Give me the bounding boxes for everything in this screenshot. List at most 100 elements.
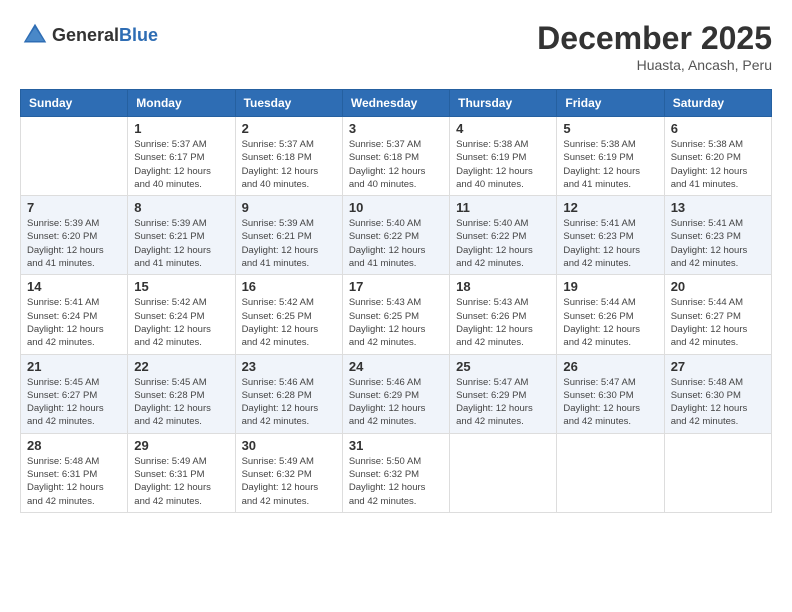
location-subtitle: Huasta, Ancash, Peru (537, 57, 772, 73)
day-number: 11 (456, 200, 550, 215)
day-number: 24 (349, 359, 443, 374)
weekday-header-tuesday: Tuesday (235, 90, 342, 117)
day-number: 30 (242, 438, 336, 453)
month-title: December 2025 (537, 20, 772, 57)
weekday-header-monday: Monday (128, 90, 235, 117)
day-number: 31 (349, 438, 443, 453)
calendar-cell (557, 433, 664, 512)
calendar-cell: 26Sunrise: 5:47 AM Sunset: 6:30 PM Dayli… (557, 354, 664, 433)
calendar-cell: 10 Sunrise: 5:40 AM Sunset: 6:22 PM Dayli… (342, 196, 449, 275)
calendar-cell: 18Sunrise: 5:43 AM Sunset: 6:26 PM Dayli… (450, 275, 557, 354)
calendar-cell: 31 Sunrise: 5:50 AM Sunset: 6:32 PM Dayli… (342, 433, 449, 512)
calendar-cell: 8 Sunrise: 5:39 AM Sunset: 6:21 PM Daylig… (128, 196, 235, 275)
calendar-cell: 19 Sunrise: 5:44 AM Sunset: 6:26 PM Dayli… (557, 275, 664, 354)
logo: GeneralBlue (20, 20, 158, 50)
day-info: Sunrise: 5:38 AM Sunset: 6:19 PM Dayligh… (456, 138, 550, 191)
day-info: Sunrise: 5:42 AM Sunset: 6:25 PM Dayligh… (242, 296, 336, 349)
day-info: Sunrise: 5:50 AM Sunset: 6:32 PM Dayligh… (349, 455, 443, 508)
title-area: December 2025 Huasta, Ancash, Peru (537, 20, 772, 73)
day-info: Sunrise: 5:41 AM Sunset: 6:23 PM Dayligh… (671, 217, 765, 270)
calendar-cell: 13 Sunrise: 5:41 AM Sunset: 6:23 PM Dayli… (664, 196, 771, 275)
day-number: 28 (27, 438, 121, 453)
day-info: Sunrise: 5:40 AM Sunset: 6:22 PM Dayligh… (456, 217, 550, 270)
day-info: Sunrise: 5:47 AM Sunset: 6:29 PM Dayligh… (456, 376, 550, 429)
day-info: Sunrise: 5:37 AM Sunset: 6:18 PM Dayligh… (242, 138, 336, 191)
day-number: 21 (27, 359, 121, 374)
day-number: 1 (134, 121, 228, 136)
day-info: Sunrise: 5:44 AM Sunset: 6:26 PM Dayligh… (563, 296, 657, 349)
day-number: 15 (134, 279, 228, 294)
day-info: Sunrise: 5:48 AM Sunset: 6:31 PM Dayligh… (27, 455, 121, 508)
day-info: Sunrise: 5:45 AM Sunset: 6:27 PM Dayligh… (27, 376, 121, 429)
day-number: 2 (242, 121, 336, 136)
calendar-cell: 6Sunrise: 5:38 AM Sunset: 6:20 PM Daylig… (664, 117, 771, 196)
day-number: 16 (242, 279, 336, 294)
day-number: 8 (134, 200, 228, 215)
day-info: Sunrise: 5:47 AM Sunset: 6:30 PM Dayligh… (563, 376, 657, 429)
day-number: 4 (456, 121, 550, 136)
calendar-cell: 23Sunrise: 5:46 AM Sunset: 6:28 PM Dayli… (235, 354, 342, 433)
weekday-header-thursday: Thursday (450, 90, 557, 117)
logo-blue-text: Blue (119, 25, 158, 45)
calendar-cell (21, 117, 128, 196)
day-number: 12 (563, 200, 657, 215)
logo-general-text: General (52, 25, 119, 45)
calendar-cell: 3Sunrise: 5:37 AM Sunset: 6:18 PM Daylig… (342, 117, 449, 196)
weekday-header-wednesday: Wednesday (342, 90, 449, 117)
day-number: 5 (563, 121, 657, 136)
day-info: Sunrise: 5:37 AM Sunset: 6:18 PM Dayligh… (349, 138, 443, 191)
day-info: Sunrise: 5:40 AM Sunset: 6:22 PM Dayligh… (349, 217, 443, 270)
calendar-cell: 15 Sunrise: 5:42 AM Sunset: 6:24 PM Dayli… (128, 275, 235, 354)
day-info: Sunrise: 5:39 AM Sunset: 6:21 PM Dayligh… (134, 217, 228, 270)
calendar-cell: 11 Sunrise: 5:40 AM Sunset: 6:22 PM Dayli… (450, 196, 557, 275)
day-info: Sunrise: 5:39 AM Sunset: 6:21 PM Dayligh… (242, 217, 336, 270)
calendar-cell: 1 Sunrise: 5:37 AM Sunset: 6:17 PM Daylig… (128, 117, 235, 196)
calendar-cell: 22 Sunrise: 5:45 AM Sunset: 6:28 PM Dayli… (128, 354, 235, 433)
day-number: 17 (349, 279, 443, 294)
day-number: 19 (563, 279, 657, 294)
day-number: 25 (456, 359, 550, 374)
calendar-cell: 27 Sunrise: 5:48 AM Sunset: 6:30 PM Dayli… (664, 354, 771, 433)
logo-icon (20, 20, 50, 50)
calendar-cell: 30 Sunrise: 5:49 AM Sunset: 6:32 PM Dayli… (235, 433, 342, 512)
calendar-cell: 29Sunrise: 5:49 AM Sunset: 6:31 PM Dayli… (128, 433, 235, 512)
weekday-header-friday: Friday (557, 90, 664, 117)
day-info: Sunrise: 5:45 AM Sunset: 6:28 PM Dayligh… (134, 376, 228, 429)
page-header: GeneralBlue December 2025 Huasta, Ancash… (20, 20, 772, 73)
day-number: 23 (242, 359, 336, 374)
day-info: Sunrise: 5:42 AM Sunset: 6:24 PM Dayligh… (134, 296, 228, 349)
calendar-table: SundayMondayTuesdayWednesdayThursdayFrid… (20, 89, 772, 513)
calendar-cell: 4 Sunrise: 5:38 AM Sunset: 6:19 PM Daylig… (450, 117, 557, 196)
day-number: 27 (671, 359, 765, 374)
day-info: Sunrise: 5:43 AM Sunset: 6:26 PM Dayligh… (456, 296, 550, 349)
day-info: Sunrise: 5:48 AM Sunset: 6:30 PM Dayligh… (671, 376, 765, 429)
calendar-cell: 7 Sunrise: 5:39 AM Sunset: 6:20 PM Daylig… (21, 196, 128, 275)
day-info: Sunrise: 5:37 AM Sunset: 6:17 PM Dayligh… (134, 138, 228, 191)
calendar-cell: 20 Sunrise: 5:44 AM Sunset: 6:27 PM Dayli… (664, 275, 771, 354)
day-number: 14 (27, 279, 121, 294)
calendar-cell: 5Sunrise: 5:38 AM Sunset: 6:19 PM Daylig… (557, 117, 664, 196)
day-info: Sunrise: 5:46 AM Sunset: 6:29 PM Dayligh… (349, 376, 443, 429)
day-number: 13 (671, 200, 765, 215)
calendar-cell (450, 433, 557, 512)
calendar-cell (664, 433, 771, 512)
day-number: 7 (27, 200, 121, 215)
day-info: Sunrise: 5:43 AM Sunset: 6:25 PM Dayligh… (349, 296, 443, 349)
day-info: Sunrise: 5:44 AM Sunset: 6:27 PM Dayligh… (671, 296, 765, 349)
day-number: 10 (349, 200, 443, 215)
calendar-cell: 9 Sunrise: 5:39 AM Sunset: 6:21 PM Daylig… (235, 196, 342, 275)
day-number: 22 (134, 359, 228, 374)
day-info: Sunrise: 5:38 AM Sunset: 6:20 PM Dayligh… (671, 138, 765, 191)
day-number: 20 (671, 279, 765, 294)
weekday-header-sunday: Sunday (21, 90, 128, 117)
calendar-cell: 2 Sunrise: 5:37 AM Sunset: 6:18 PM Daylig… (235, 117, 342, 196)
calendar-cell: 16 Sunrise: 5:42 AM Sunset: 6:25 PM Dayli… (235, 275, 342, 354)
day-number: 9 (242, 200, 336, 215)
calendar-cell: 14Sunrise: 5:41 AM Sunset: 6:24 PM Dayli… (21, 275, 128, 354)
calendar-cell: 17 Sunrise: 5:43 AM Sunset: 6:25 PM Dayli… (342, 275, 449, 354)
weekday-header-saturday: Saturday (664, 90, 771, 117)
calendar-cell: 25 Sunrise: 5:47 AM Sunset: 6:29 PM Dayli… (450, 354, 557, 433)
day-info: Sunrise: 5:39 AM Sunset: 6:20 PM Dayligh… (27, 217, 121, 270)
day-info: Sunrise: 5:49 AM Sunset: 6:32 PM Dayligh… (242, 455, 336, 508)
day-info: Sunrise: 5:41 AM Sunset: 6:23 PM Dayligh… (563, 217, 657, 270)
